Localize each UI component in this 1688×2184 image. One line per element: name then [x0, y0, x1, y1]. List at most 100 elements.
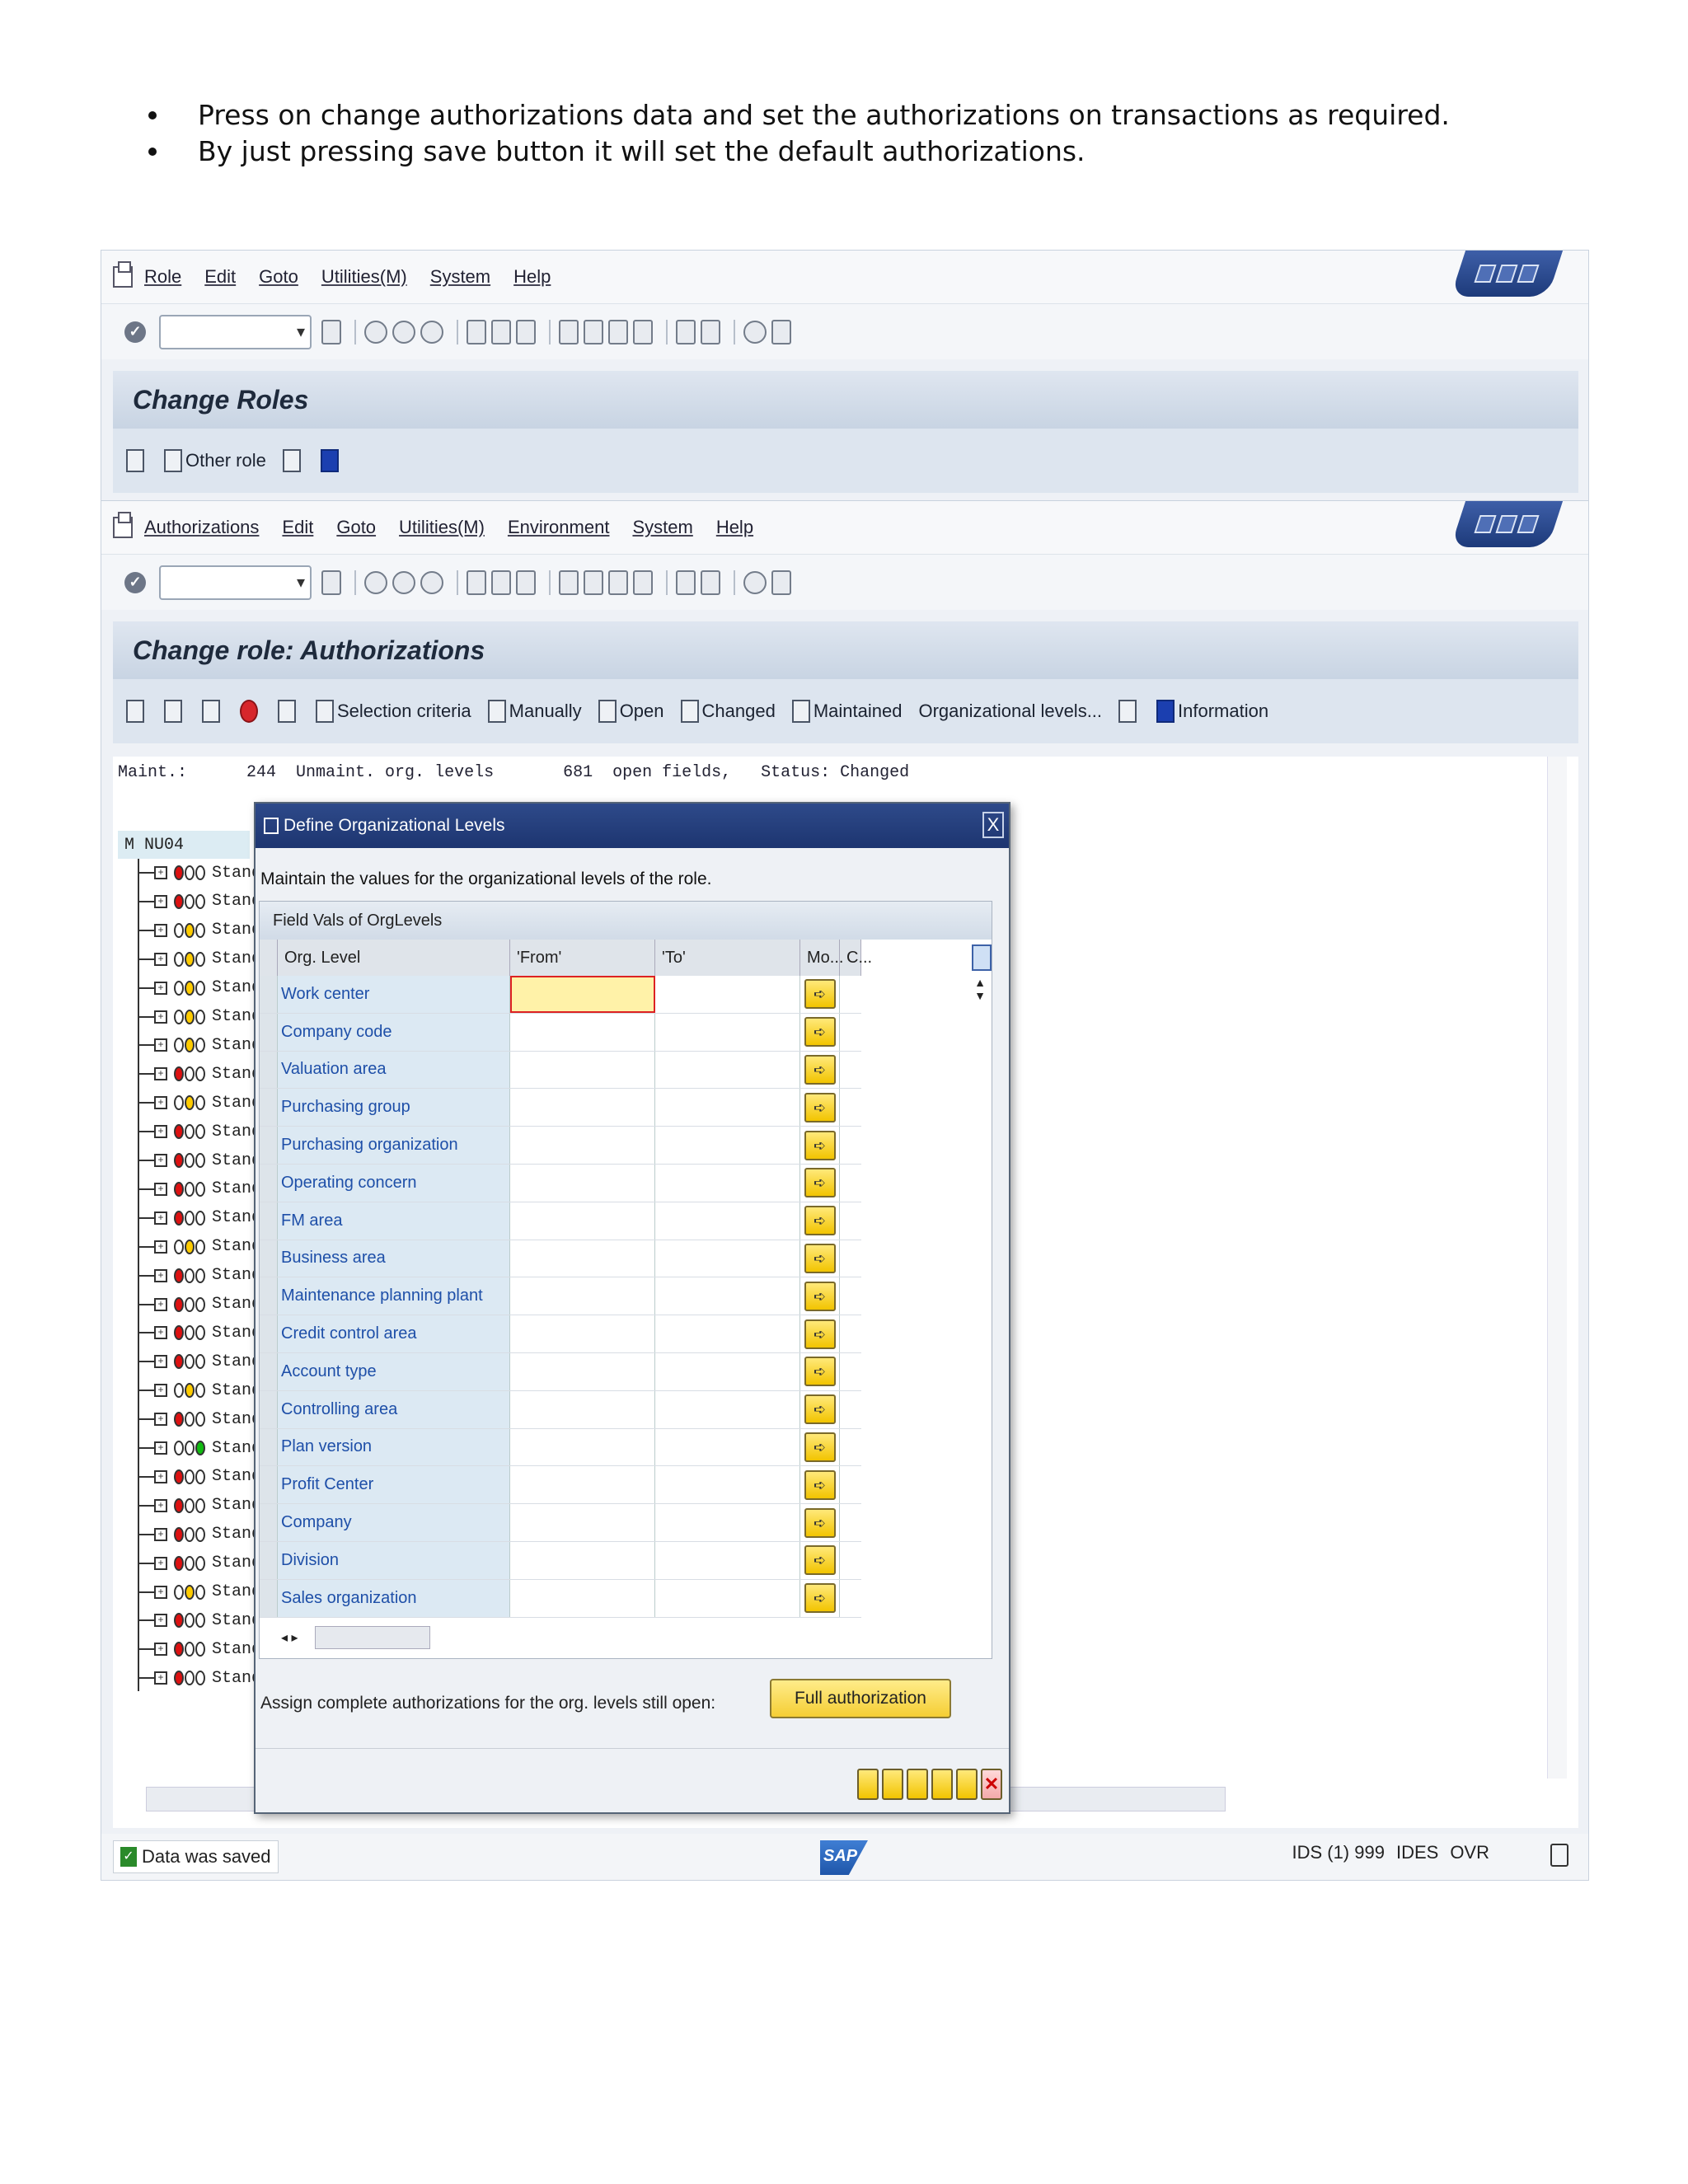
back-icon[interactable] [364, 320, 387, 344]
menu-role[interactable]: Role [144, 266, 181, 288]
enter-icon[interactable]: ✓ [124, 321, 146, 343]
scroll-thumb[interactable] [314, 1626, 430, 1649]
enter-icon[interactable]: ✓ [124, 571, 146, 593]
tree-node[interactable]: + Stand [138, 1606, 261, 1634]
multiple-selection-icon[interactable]: ➪ [804, 1357, 836, 1387]
restore-icon[interactable] [1495, 265, 1518, 283]
multiple-selection-icon[interactable]: ➪ [804, 979, 836, 1010]
from-field[interactable] [510, 1240, 655, 1277]
col-c[interactable]: C... [840, 940, 872, 976]
full-authorization-button[interactable]: Full authorization [770, 1679, 951, 1718]
expand-node-icon[interactable]: + [154, 952, 167, 966]
role-node-id[interactable]: M NU04 [118, 831, 250, 859]
row-selector[interactable] [260, 1579, 278, 1617]
tree-node[interactable]: + Stand [138, 1578, 261, 1606]
maintained-button[interactable]: Maintained [791, 700, 902, 723]
menu-goto[interactable]: Goto [259, 266, 298, 288]
col-more[interactable]: Mo... [800, 940, 843, 976]
delete-row-icon[interactable] [907, 1769, 928, 1800]
tree-node[interactable]: + Stand [138, 1521, 261, 1549]
menu-environment[interactable]: Environment [508, 517, 610, 538]
multiple-selection-icon[interactable]: ➪ [804, 1469, 836, 1500]
menu-authorizations[interactable]: Authorizations [144, 517, 259, 538]
expand-all-button[interactable] [126, 700, 148, 723]
layout-icon[interactable] [771, 319, 791, 344]
expand-node-icon[interactable]: + [154, 1671, 167, 1685]
row-selector[interactable] [260, 1315, 278, 1352]
row-selector[interactable] [260, 1013, 278, 1051]
multiple-selection-icon[interactable]: ➪ [804, 1130, 836, 1160]
expand-node-icon[interactable]: + [154, 1182, 167, 1196]
list-button[interactable] [1118, 700, 1140, 723]
expand-node-icon[interactable]: + [154, 923, 167, 937]
status-button[interactable] [240, 700, 261, 723]
multiple-selection-icon[interactable]: ➪ [804, 1017, 836, 1047]
table-settings-icon[interactable] [972, 944, 992, 971]
to-field[interactable] [655, 1202, 800, 1240]
row-selector[interactable] [260, 1089, 278, 1127]
command-field[interactable] [159, 314, 312, 349]
menu-utilities[interactable]: Utilities(M) [399, 517, 485, 538]
tree-node[interactable]: + Stand [138, 1060, 261, 1088]
tree-node[interactable]: + Stand [138, 859, 261, 887]
changed-button[interactable]: Changed [680, 700, 776, 723]
tree-node[interactable]: + Stand [138, 1233, 261, 1261]
from-field[interactable] [510, 1089, 655, 1127]
menu-help[interactable]: Help [513, 266, 551, 288]
org-levels-button[interactable]: Organizational levels... [918, 701, 1102, 722]
from-field[interactable] [510, 1466, 655, 1504]
expand-node-icon[interactable]: + [154, 981, 167, 995]
row-selector[interactable] [260, 1164, 278, 1202]
to-field[interactable] [655, 1466, 800, 1504]
generate-button[interactable] [202, 700, 223, 723]
multiple-selection-icon[interactable]: ➪ [804, 1432, 836, 1462]
from-field[interactable] [510, 1504, 655, 1541]
multiple-selection-icon[interactable]: ➪ [804, 1092, 836, 1122]
tree-node[interactable]: + Stand [138, 1434, 261, 1462]
expand-node-icon[interactable]: + [154, 1297, 167, 1311]
to-field[interactable] [655, 1164, 800, 1202]
layout-icon[interactable] [771, 569, 791, 595]
save-icon[interactable] [321, 569, 341, 595]
tree-node[interactable]: + Stand [138, 1376, 261, 1404]
tree-node[interactable]: + Stand [138, 1003, 261, 1031]
multiple-selection-icon[interactable]: ➪ [804, 1319, 836, 1349]
exit-icon[interactable] [392, 320, 415, 344]
insert-row-icon[interactable] [882, 1769, 903, 1800]
menu-help[interactable]: Help [716, 517, 753, 538]
multiple-selection-icon[interactable]: ➪ [804, 1054, 836, 1085]
lock-icon[interactable] [1550, 1844, 1568, 1867]
expand-node-icon[interactable]: + [154, 1125, 167, 1139]
help-icon[interactable] [743, 320, 767, 344]
tree-node[interactable]: + Stand [138, 1118, 261, 1146]
multiple-selection-icon[interactable]: ➪ [804, 1394, 836, 1425]
to-field[interactable] [655, 1240, 800, 1277]
tree-node[interactable]: + Stand [138, 1664, 261, 1692]
tree-node[interactable]: + Stand [138, 1463, 261, 1491]
from-field[interactable] [510, 1202, 655, 1240]
menu-edit[interactable]: Edit [282, 517, 313, 538]
info-button[interactable] [320, 449, 342, 472]
from-field[interactable] [510, 1428, 655, 1466]
multiple-selection-icon[interactable]: ➪ [804, 1583, 836, 1614]
tree-node[interactable]: + Stand [138, 1291, 261, 1319]
tree-node[interactable]: + Stand [138, 1405, 261, 1433]
information-button[interactable]: Information [1156, 700, 1268, 723]
shortcut-icon[interactable] [701, 569, 720, 595]
to-field[interactable] [655, 1089, 800, 1127]
transfer-icon[interactable] [857, 1769, 879, 1800]
find-icon[interactable] [491, 569, 511, 595]
menu-edit[interactable]: Edit [204, 266, 236, 288]
from-field[interactable] [510, 1127, 655, 1164]
from-field[interactable] [510, 1579, 655, 1617]
row-selector[interactable] [260, 1541, 278, 1579]
dialog-menu-icon[interactable] [264, 818, 279, 834]
tree-node[interactable]: + Stand [138, 974, 261, 1002]
command-field[interactable] [159, 565, 312, 600]
expand-node-icon[interactable]: + [154, 1355, 167, 1369]
first-page-icon[interactable] [559, 319, 579, 344]
scroll-down-icon[interactable]: ▼ [972, 989, 988, 1002]
expand-node-icon[interactable]: + [154, 894, 167, 908]
find-icon[interactable] [491, 319, 511, 344]
row-selector[interactable] [260, 1466, 278, 1504]
